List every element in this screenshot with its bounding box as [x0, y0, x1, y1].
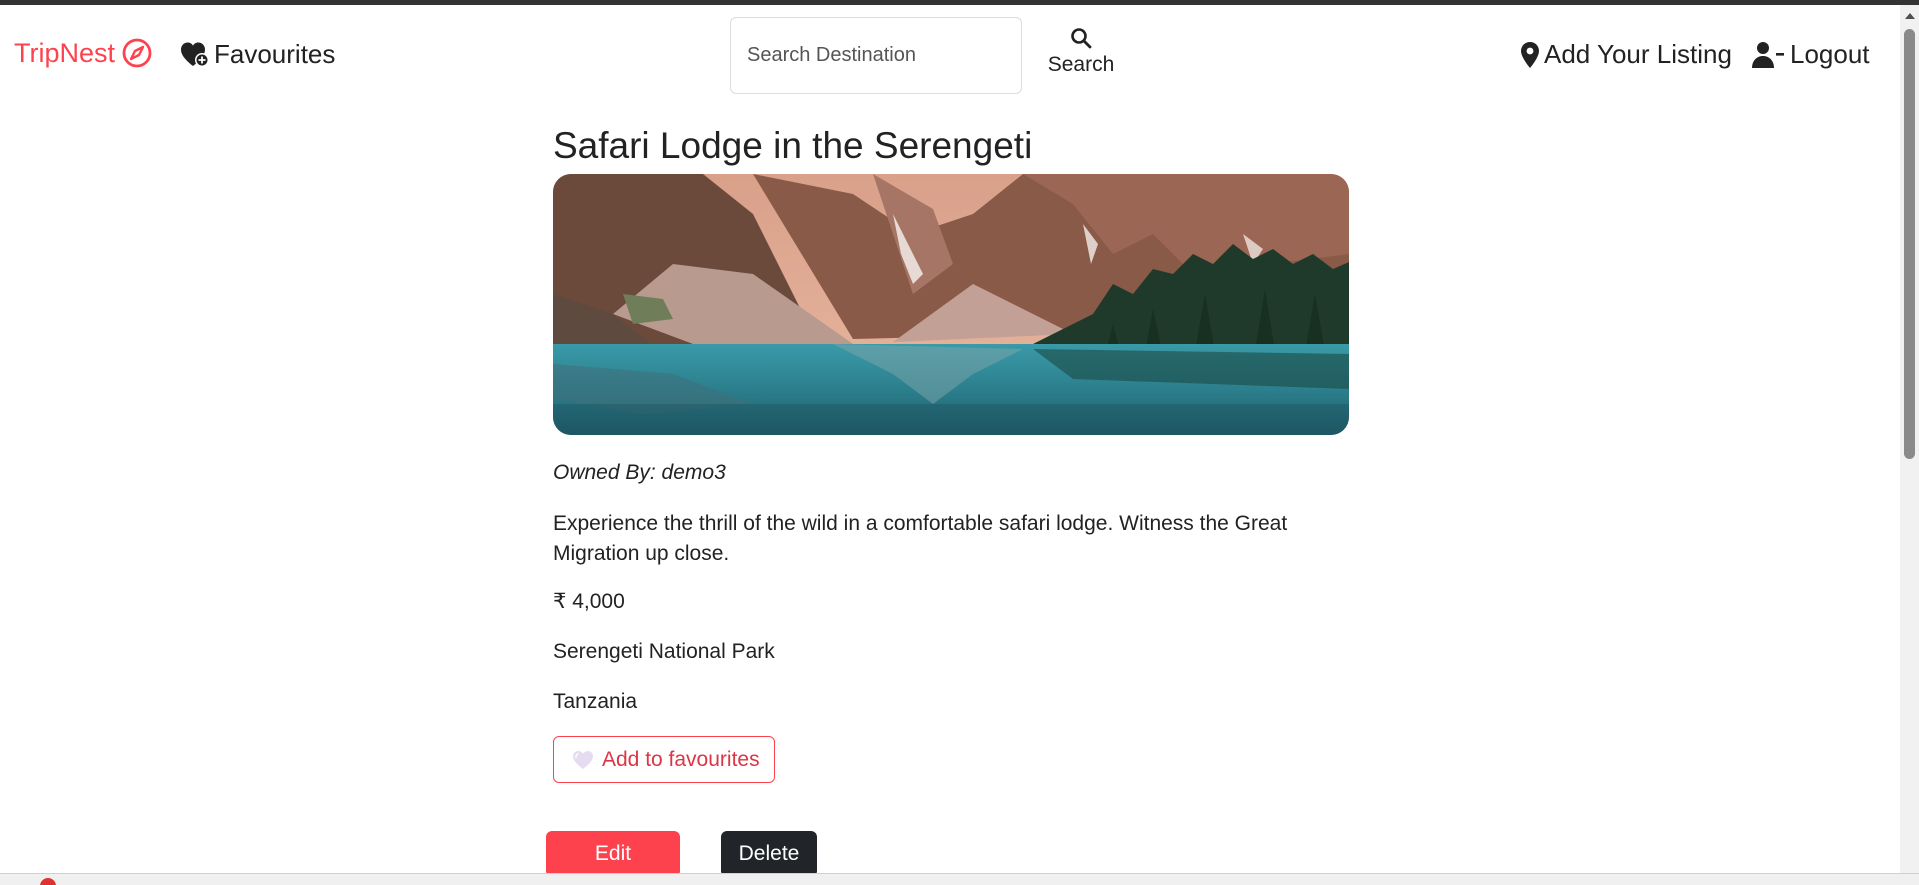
add-to-favourites-button[interactable]: Add to favourites [553, 736, 775, 783]
listing-location: Serengeti National Park [553, 640, 775, 663]
search-input[interactable] [730, 17, 1022, 94]
search-button[interactable]: Search [1040, 27, 1122, 93]
heart-icon [181, 42, 209, 67]
map-pin-icon [1521, 41, 1539, 68]
listing-owner: Owned By: demo3 [553, 461, 726, 484]
scrollbar-thumb[interactable] [1904, 29, 1915, 459]
user-minus-icon [1752, 41, 1784, 68]
edit-button[interactable]: Edit [546, 831, 680, 877]
brand-link[interactable]: TripNest [14, 37, 153, 69]
search-icon [1071, 28, 1092, 49]
add-to-favourites-label: Add to favourites [602, 747, 760, 771]
listing-image [553, 174, 1349, 435]
listing-country: Tanzania [553, 690, 638, 713]
status-dot-icon [40, 878, 56, 885]
compass-icon [122, 38, 152, 68]
navbar: TripNest Favourites Search Add Your List… [0, 5, 1900, 103]
page-scrollbar[interactable] [1900, 5, 1919, 873]
nav-add-listing-label: Add Your Listing [1544, 39, 1732, 69]
listing-title: Safari Lodge in the Serengeti [553, 125, 1033, 166]
brand-name: TripNest [14, 37, 116, 68]
bottom-status-strip [0, 873, 1919, 885]
nav-add-listing-link[interactable]: Add Your Listing [1520, 39, 1732, 70]
listing-content: Safari Lodge in the Serengeti Owned By: … [553, 120, 1349, 783]
listing-description: Experience the thrill of the wild in a c… [553, 512, 1288, 565]
scroll-up-arrow-icon[interactable] [1905, 13, 1915, 19]
delete-button[interactable]: Delete [721, 831, 817, 877]
listing-price: ₹ 4,000 [553, 590, 625, 613]
nav-logout-link[interactable]: Logout [1752, 39, 1870, 70]
nav-favourites-label: Favourites [214, 39, 336, 69]
search-button-label: Search [1047, 53, 1115, 76]
nav-favourites-link[interactable]: Favourites [180, 39, 335, 70]
heart-icon [573, 750, 593, 769]
nav-logout-label: Logout [1790, 39, 1870, 69]
